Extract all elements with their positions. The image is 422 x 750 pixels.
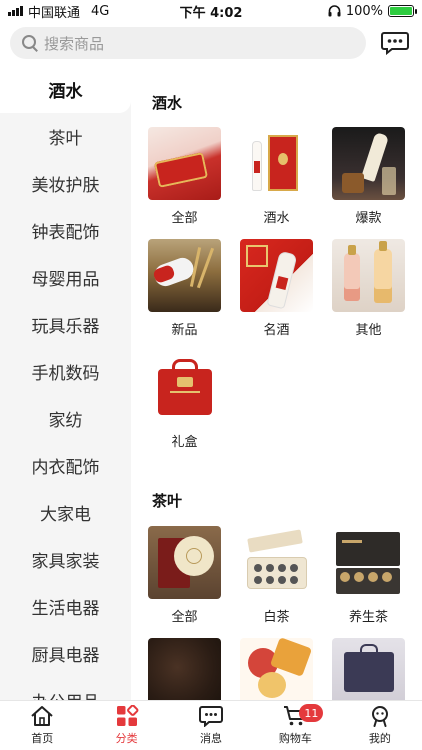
product-image — [332, 127, 405, 200]
product-image — [148, 638, 221, 700]
tab-label: 首页 — [31, 732, 54, 745]
headphones-icon — [328, 5, 341, 17]
battery-icon — [388, 5, 417, 17]
subcategory-item[interactable] — [240, 638, 313, 700]
product-image — [332, 526, 405, 599]
product-image — [332, 638, 405, 700]
message-button[interactable] — [381, 31, 409, 56]
subcategory-item[interactable]: 爆款 — [332, 127, 405, 226]
product-image — [332, 239, 405, 312]
subcategory-label: 新品 — [171, 323, 198, 338]
sidebar-item-shenghuo[interactable]: 生活电器 — [0, 583, 131, 630]
sidebar-item-jiushui[interactable]: 酒水 — [0, 66, 131, 113]
subcategory-grid-jiushui: 全部 酒水 爆款 新品 名酒 其他 礼盒 — [148, 127, 406, 450]
message-dots-icon — [381, 32, 409, 56]
subcategory-item[interactable]: 全部 — [148, 526, 221, 625]
sidebar-item-jiafang[interactable]: 家纺 — [0, 395, 131, 442]
cart-badge: 11 — [299, 704, 324, 722]
product-image — [240, 239, 313, 312]
status-bar: 中国联通 4G 下午 4:02 100% — [0, 0, 422, 22]
sidebar-item-neiyi[interactable]: 内衣配饰 — [0, 442, 131, 489]
product-image — [148, 127, 221, 200]
section-title-jiushui: 酒水 — [152, 94, 183, 112]
subcategory-item[interactable]: 全部 — [148, 127, 221, 226]
subcategory-label: 名酒 — [263, 323, 290, 338]
subcategory-label: 全部 — [171, 610, 198, 625]
subcategory-label: 其他 — [355, 323, 382, 338]
category-icon — [116, 705, 139, 726]
tab-label: 购物车 — [278, 732, 312, 745]
search-input[interactable]: 搜索商品 — [10, 27, 366, 59]
subcategory-label: 酒水 — [263, 211, 290, 226]
profile-icon — [371, 706, 388, 727]
category-sidebar: 酒水 茶叶 美妆护肤 钟表配饰 母婴用品 玩具乐器 手机数码 家纺 内衣配饰 大… — [0, 66, 131, 700]
tab-home[interactable]: 首页 — [0, 701, 84, 750]
tab-label: 我的 — [368, 732, 391, 745]
subcategory-item[interactable]: 酒水 — [240, 127, 313, 226]
sidebar-item-wanju[interactable]: 玩具乐器 — [0, 301, 131, 348]
subcategory-label: 礼盒 — [171, 435, 198, 450]
search-placeholder: 搜索商品 — [44, 34, 105, 53]
battery-percent: 100% — [345, 3, 383, 19]
sidebar-item-shouji[interactable]: 手机数码 — [0, 348, 131, 395]
subcategory-item[interactable] — [148, 638, 221, 700]
message-icon — [199, 706, 224, 727]
sidebar-item-jiaju[interactable]: 家具家装 — [0, 536, 131, 583]
sidebar-item-bangong[interactable]: 办公用品 — [0, 677, 131, 700]
sidebar-item-zhongbiao[interactable]: 钟表配饰 — [0, 207, 131, 254]
category-content: 酒水 全部 酒水 爆款 新品 名酒 其他 礼盒 茶叶 全部 白茶 养生茶 — [131, 66, 422, 700]
bottom-tab-bar: 首页 分类 消息 11 购物车 我的 — [0, 700, 422, 750]
subcategory-item[interactable]: 礼盒 — [148, 351, 221, 450]
subcategory-label: 养生茶 — [348, 610, 388, 625]
product-image — [240, 638, 313, 700]
product-image — [148, 239, 221, 312]
subcategory-item[interactable]: 其他 — [332, 239, 405, 338]
tab-profile[interactable]: 我的 — [338, 701, 422, 750]
product-image — [148, 351, 221, 424]
subcategory-item[interactable]: 新品 — [148, 239, 221, 338]
home-icon — [31, 706, 53, 726]
subcategory-label: 爆款 — [355, 211, 382, 226]
sidebar-item-dajiadian[interactable]: 大家电 — [0, 489, 131, 536]
tab-messages[interactable]: 消息 — [169, 701, 253, 750]
subcategory-label: 全部 — [171, 211, 198, 226]
subcategory-item[interactable]: 名酒 — [240, 239, 313, 338]
sidebar-item-muying[interactable]: 母婴用品 — [0, 254, 131, 301]
subcategory-item[interactable] — [332, 638, 405, 700]
tab-category[interactable]: 分类 — [84, 701, 168, 750]
product-image — [148, 526, 221, 599]
search-icon — [22, 35, 38, 51]
subcategory-label: 白茶 — [263, 610, 290, 625]
tab-label: 分类 — [115, 732, 138, 745]
tab-cart[interactable]: 11 购物车 — [253, 701, 337, 750]
product-image — [240, 526, 313, 599]
sidebar-item-meizhuang[interactable]: 美妆护肤 — [0, 160, 131, 207]
subcategory-item[interactable]: 白茶 — [240, 526, 313, 625]
sidebar-item-chuju[interactable]: 厨具电器 — [0, 630, 131, 677]
section-title-chaye: 茶叶 — [152, 492, 183, 510]
product-image — [240, 127, 313, 200]
subcategory-item[interactable]: 养生茶 — [332, 526, 405, 625]
subcategory-grid-chaye: 全部 白茶 养生茶 — [148, 526, 406, 700]
sidebar-item-chaye[interactable]: 茶叶 — [0, 113, 131, 160]
tab-label: 消息 — [200, 732, 223, 745]
